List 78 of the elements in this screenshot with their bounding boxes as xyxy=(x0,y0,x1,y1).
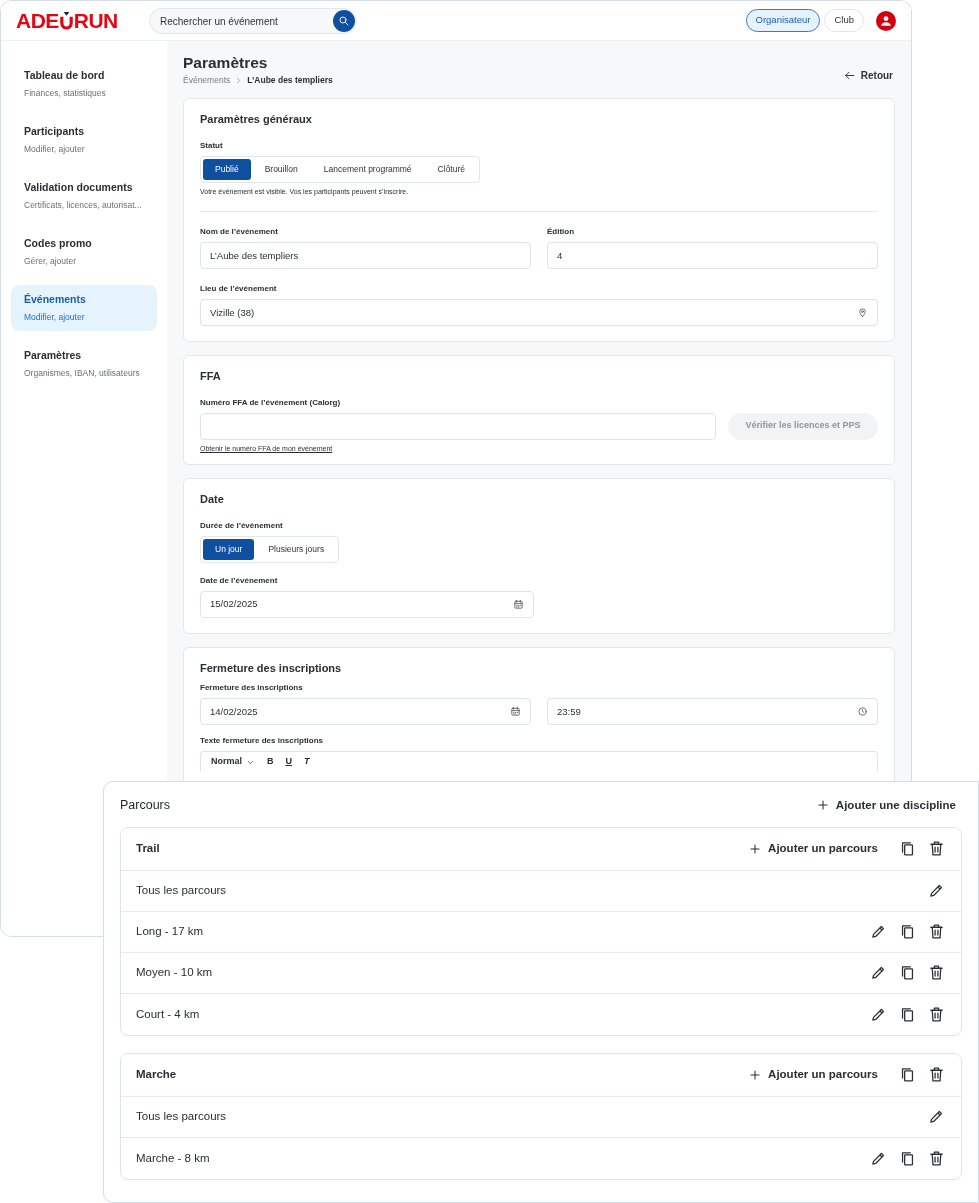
toolbar-button[interactable]: U xyxy=(285,754,292,769)
text-editor[interactable]: Normal B U T xyxy=(200,751,878,772)
avatar-button[interactable] xyxy=(876,10,896,31)
input-field[interactable]: 15/02/2025 xyxy=(200,590,534,618)
add-course-button[interactable]: Ajouter un parcours xyxy=(748,840,878,858)
field-label: Fermeture des inscriptions xyxy=(200,682,304,695)
panel-title: Parcours xyxy=(120,797,171,814)
role-toggle[interactable]: Club xyxy=(824,9,864,32)
clock-icon xyxy=(857,706,868,718)
sidebar-item[interactable]: Événements Modifier, ajouter xyxy=(11,285,157,331)
field-label: Texte fermeture des inscriptions xyxy=(200,735,324,748)
course-row[interactable]: Marche - 8 km xyxy=(121,1137,961,1179)
add-discipline-button[interactable]: Ajouter une discipline xyxy=(815,796,956,814)
delete-icon xyxy=(927,840,945,858)
field-label: Statut xyxy=(200,139,224,152)
card-title: FFA xyxy=(200,369,222,385)
segment-option[interactable]: Lancement programmé xyxy=(311,158,424,180)
input-field[interactable]: L’Aube des templiers xyxy=(200,242,531,270)
sidebar-item[interactable]: Paramètres Organismes, IBAN, utilisateurs xyxy=(11,341,157,387)
toolbar-button[interactable]: B xyxy=(267,754,274,769)
verify-button: Vérifier les licences et PPS xyxy=(728,412,878,440)
edit-icon xyxy=(927,882,945,900)
segment-option[interactable]: Brouillon xyxy=(252,158,310,180)
plus-icon xyxy=(748,1067,763,1082)
delete-icon xyxy=(927,1149,945,1167)
delete-icon xyxy=(927,1066,945,1084)
segment-option[interactable]: Un jour xyxy=(203,538,255,560)
page-title: Paramètres xyxy=(183,53,269,73)
add-course-button[interactable]: Ajouter un parcours xyxy=(748,1066,878,1084)
calendar-icon xyxy=(510,706,521,718)
segment-option[interactable]: Plusieurs jours xyxy=(256,538,337,560)
card-title: Fermeture des inscriptions xyxy=(200,660,343,676)
sidebar-item[interactable]: Tableau de bord Finances, statistiques xyxy=(11,61,157,107)
delete-icon xyxy=(927,923,945,941)
edit-icon xyxy=(869,964,887,982)
search-field[interactable]: Rechercher un événement xyxy=(149,8,357,34)
course-row[interactable]: Tous les parcours xyxy=(121,870,961,912)
course-row[interactable]: Tous les parcours xyxy=(121,1096,961,1138)
user-icon xyxy=(880,14,892,27)
input-field[interactable]: 4 xyxy=(547,242,878,270)
card-title: Date xyxy=(200,492,225,508)
delete-icon xyxy=(927,964,945,982)
course-row[interactable]: Long - 17 km xyxy=(121,911,961,953)
sidebar-item[interactable]: Codes promo Gérer, ajouter xyxy=(11,229,157,275)
course-row[interactable]: Court - 4 km xyxy=(121,993,961,1035)
search-icon xyxy=(338,14,350,27)
delete-icon xyxy=(927,1005,945,1023)
edit-icon xyxy=(927,1108,945,1126)
calendar-icon xyxy=(513,598,524,610)
logo: ADE RUN xyxy=(16,10,119,31)
field-label: Date de l’événement xyxy=(200,574,279,587)
field-label: Numéro FFA de l’événement (Calorg) xyxy=(200,396,342,409)
input-field[interactable]: 23:59 xyxy=(547,698,878,726)
breadcrumb-link[interactable]: Événements xyxy=(183,74,231,88)
role-toggle[interactable]: Organisateur xyxy=(745,9,821,32)
plus-icon xyxy=(748,841,763,856)
toolbar-button[interactable]: T xyxy=(304,754,310,769)
discipline-name: Trail xyxy=(136,841,160,857)
sidebar-item[interactable]: Participants Modifier, ajouter xyxy=(11,117,157,163)
field-label: Édition xyxy=(547,226,576,239)
toolbar-button[interactable]: Normal xyxy=(211,754,242,769)
field-label: Nom de l’événement xyxy=(200,226,279,239)
location-pin-icon xyxy=(857,307,868,319)
input-field[interactable]: 14/02/2025 xyxy=(200,698,531,726)
plus-icon xyxy=(815,798,830,813)
segment-option[interactable]: Publié xyxy=(203,158,251,180)
breadcrumb-current: L’Aube des templiers xyxy=(247,74,333,88)
input-field[interactable]: Vizille (38) xyxy=(200,299,878,327)
sidebar-item[interactable]: Validation documents Certificats, licences, autorisat... xyxy=(11,173,157,219)
card-title: Paramètres généraux xyxy=(200,112,313,128)
segment-option[interactable]: Clôturé xyxy=(425,158,477,180)
field-label: Durée de l’événement xyxy=(200,519,284,532)
course-row[interactable]: Moyen - 10 km xyxy=(121,952,961,994)
discipline-name: Marche xyxy=(136,1067,177,1083)
back-button[interactable]: Retour xyxy=(842,68,893,84)
input-field[interactable] xyxy=(200,412,716,440)
field-label: Lieu de l’événement xyxy=(200,283,278,296)
edit-icon xyxy=(869,923,887,941)
